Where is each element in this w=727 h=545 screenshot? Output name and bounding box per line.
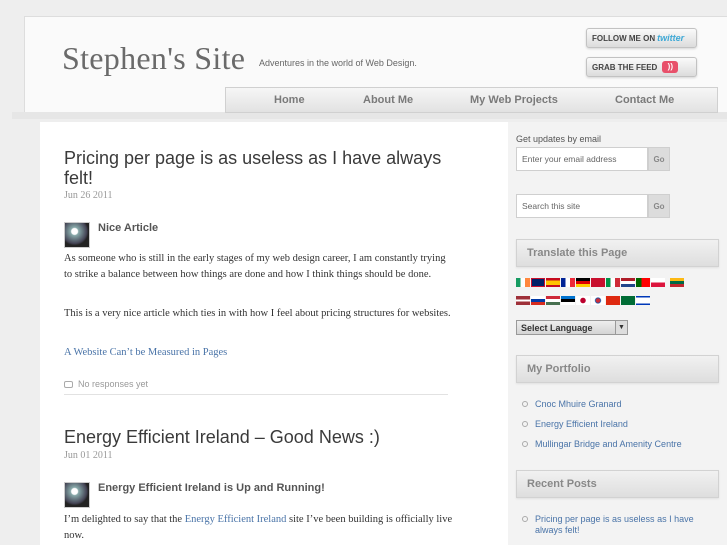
author-avatar — [64, 222, 90, 248]
latvia-flag-icon[interactable] — [516, 296, 530, 305]
nav-my-web-projects[interactable]: My Web Projects — [470, 94, 558, 106]
russia-flag-icon[interactable] — [531, 296, 545, 305]
bullet-icon — [522, 421, 528, 427]
netherlands-flag-icon[interactable] — [621, 278, 635, 287]
rss-icon: )) — [662, 61, 679, 73]
portugal-flag-icon[interactable] — [636, 278, 650, 287]
hungary-flag-icon[interactable] — [546, 296, 560, 305]
feed-label: GRAB THE FEED — [592, 62, 658, 72]
site-title[interactable]: Stephen's Site — [62, 40, 245, 77]
language-flags — [516, 278, 686, 314]
main-content: Pricing per page is as useless as I have… — [40, 122, 508, 545]
follow-twitter-button[interactable]: FOLLOW ME ON twitter — [586, 28, 697, 48]
post-title[interactable]: Energy Efficient Ireland – Good News :) — [64, 427, 464, 447]
portfolio-item[interactable]: Cnoc Mhuire Granard — [522, 399, 712, 410]
translate-title: Translate this Page — [516, 239, 719, 267]
lithuania-flag-icon[interactable] — [670, 278, 685, 287]
china-flag-icon[interactable] — [606, 296, 620, 305]
comments-link[interactable]: No responses yet — [64, 379, 148, 389]
korea-flag-icon[interactable] — [591, 296, 605, 305]
divider — [64, 394, 448, 395]
post-paragraph: As someone who is still in the early sta… — [64, 253, 446, 280]
ireland-flag-icon[interactable] — [516, 278, 530, 287]
spain-flag-icon[interactable] — [546, 278, 560, 287]
nav-home[interactable]: Home — [274, 94, 305, 106]
post-external-link[interactable]: A Website Can’t be Measured in Pages — [64, 347, 227, 358]
email-input[interactable]: Enter your email address — [516, 147, 648, 171]
denmark-flag-icon[interactable] — [591, 278, 605, 287]
nav-about-me[interactable]: About Me — [363, 94, 413, 106]
email-label: Get updates by email — [516, 134, 602, 144]
comment-icon — [64, 380, 73, 388]
bullet-icon — [522, 401, 528, 407]
poland-flag-icon[interactable] — [651, 278, 665, 287]
follow-label: FOLLOW ME ON — [592, 33, 656, 43]
portfolio-item[interactable]: Mullingar Bridge and Amenity Centre — [522, 439, 712, 450]
search-input[interactable]: Search this site — [516, 194, 648, 218]
site-tagline: Adventures in the world of Web Design. — [259, 58, 417, 68]
twitter-icon: twitter — [657, 33, 685, 43]
portfolio-list: Cnoc Mhuire Granard Energy Efficient Ire… — [522, 399, 712, 459]
portfolio-item-label[interactable]: Cnoc Mhuire Granard — [535, 399, 622, 410]
author-avatar — [64, 482, 90, 508]
recent-post-item[interactable]: Pricing per page is as useless as I have… — [522, 514, 712, 536]
language-select-value: Select Language — [521, 322, 593, 333]
germany-flag-icon[interactable] — [576, 278, 590, 287]
recent-posts-title: Recent Posts — [516, 470, 719, 498]
uk-flag-icon[interactable] — [531, 278, 545, 287]
nav-contact-me[interactable]: Contact Me — [615, 94, 674, 106]
main-nav: Home About Me My Web Projects Contact Me — [225, 87, 718, 113]
portfolio-item[interactable]: Energy Efficient Ireland — [522, 419, 712, 430]
post-paragraph: I’m delighted to say that the Energy Eff… — [64, 512, 454, 543]
rss-feed-button[interactable]: GRAB THE FEED )) — [586, 57, 697, 77]
saudi-flag-icon[interactable] — [621, 296, 635, 305]
france-flag-icon[interactable] — [561, 278, 575, 287]
post-subheading: Nice Article — [98, 222, 159, 234]
recent-post-label[interactable]: Pricing per page is as useless as I have… — [535, 514, 712, 536]
email-go-button[interactable]: Go — [648, 147, 670, 171]
japan-flag-icon[interactable] — [576, 296, 590, 305]
paragraph-text: I’m delighted to say that the — [64, 514, 185, 525]
post-paragraph: This is a very nice article which ties i… — [64, 308, 451, 319]
nav-shadow-strip — [12, 112, 727, 119]
portfolio-item-label[interactable]: Mullingar Bridge and Amenity Centre — [535, 439, 682, 450]
post-date: Jun 01 2011 — [64, 450, 113, 461]
bullet-icon — [522, 441, 528, 447]
bullet-icon — [522, 516, 528, 522]
post-subheading: Energy Efficient Ireland is Up and Runni… — [98, 482, 325, 494]
portfolio-title: My Portfolio — [516, 355, 719, 383]
italy-flag-icon[interactable] — [606, 278, 620, 287]
sidebar: Get updates by email Enter your email ad… — [508, 122, 727, 545]
search-go-button[interactable]: Go — [648, 194, 670, 218]
estonia-flag-icon[interactable] — [561, 296, 575, 305]
israel-flag-icon[interactable] — [636, 296, 650, 305]
portfolio-item-label[interactable]: Energy Efficient Ireland — [535, 419, 628, 430]
post-date: Jun 26 2011 — [64, 190, 113, 201]
language-select[interactable]: Select Language ▼ — [516, 320, 628, 335]
recent-posts-list: Pricing per page is as useless as I have… — [522, 514, 712, 545]
post-title[interactable]: Pricing per page is as useless as I have… — [64, 148, 444, 188]
comments-count: No responses yet — [78, 379, 149, 389]
energy-efficient-ireland-link[interactable]: Energy Efficient Ireland — [185, 514, 287, 525]
chevron-down-icon: ▼ — [615, 321, 627, 334]
